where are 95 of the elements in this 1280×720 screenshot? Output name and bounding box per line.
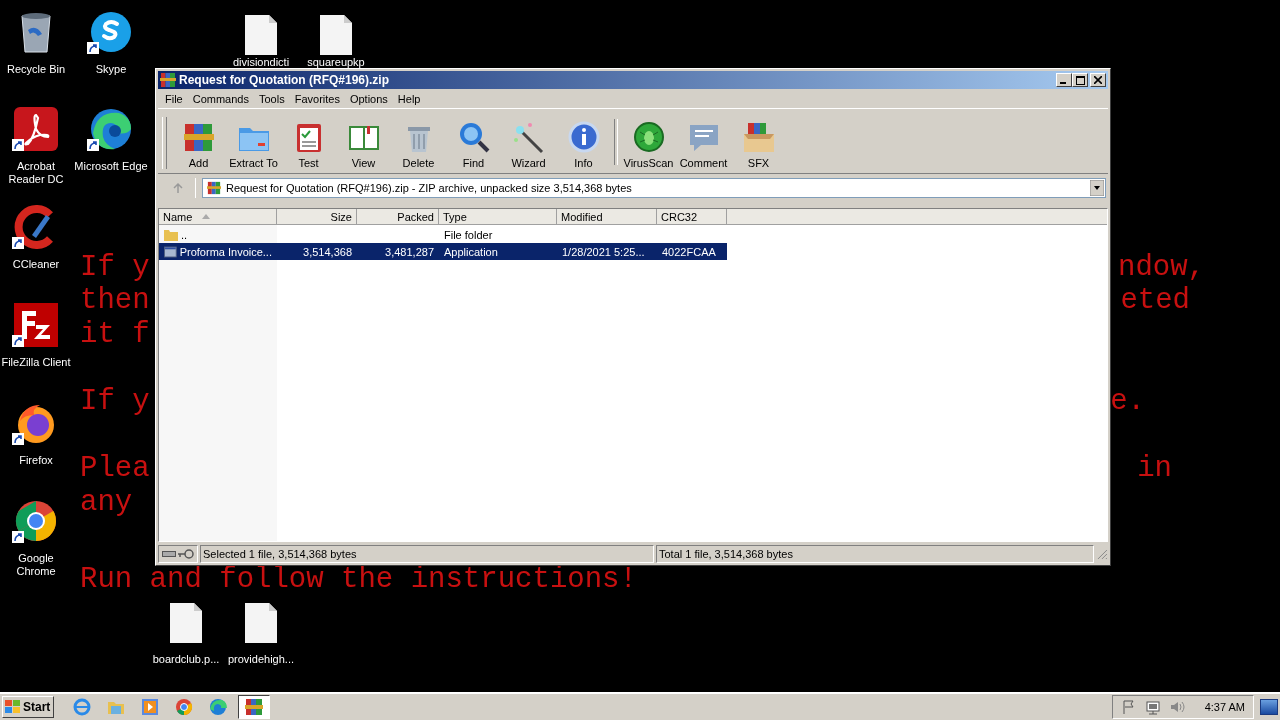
close-icon — [1094, 76, 1102, 84]
chrome-icon — [14, 499, 58, 543]
column-header[interactable]: Size — [277, 209, 357, 225]
desktop-message-text: any — [80, 485, 133, 521]
desktop-message-text: If y — [80, 250, 150, 286]
show-desktop-button[interactable] — [1260, 699, 1278, 715]
desktop-message-text: eted — [1120, 283, 1190, 319]
info-icon — [566, 120, 601, 154]
desktop-icon-label[interactable]: Skype — [95, 63, 127, 76]
toolbar-button[interactable]: Comment — [676, 120, 731, 169]
desktop-message-text: in — [1137, 451, 1172, 487]
clock[interactable]: 4:37 AM — [1204, 701, 1245, 713]
desktop-icon-label[interactable]: providehigh... — [227, 653, 294, 666]
column-header[interactable]: Type — [439, 209, 557, 225]
desktop-message-text: If y — [80, 384, 150, 420]
filezilla-icon — [14, 303, 58, 347]
menu-item[interactable]: File — [160, 92, 188, 105]
desktop-message-text: e. — [1110, 384, 1145, 420]
desktop-icon-label[interactable]: Firefox — [19, 454, 53, 467]
menu-item[interactable]: Favorites — [289, 92, 345, 105]
column-header[interactable]: Packed — [357, 209, 439, 225]
desktop-message-text: it f — [80, 317, 150, 353]
desktop-icon-label[interactable]: boardclub.p... — [152, 653, 220, 666]
menu-item[interactable]: Tools — [254, 92, 290, 105]
toolbar-button[interactable]: Find — [446, 120, 501, 169]
desktop-message-text: then — [80, 283, 150, 319]
file-row[interactable]: Proforma Invoice... 3,514,368 3,481,287 Application 1/28/2021 5:25... 4022FCAA — [159, 243, 727, 260]
box-icon — [741, 120, 776, 154]
menu-item[interactable]: Commands — [187, 92, 254, 105]
resize-grip-icon[interactable] — [1096, 548, 1108, 560]
table-cell: 4022FCAA — [662, 245, 716, 258]
desktop-icon-label[interactable]: Google Chrome — [0, 552, 74, 578]
toolbar-button[interactable]: VirusScan — [621, 120, 676, 169]
column-header[interactable]: CRC32 — [657, 209, 727, 225]
toolbar-button[interactable]: Wizard — [501, 120, 556, 169]
menu-item[interactable]: Options — [344, 92, 393, 105]
table-cell: Application — [444, 245, 498, 258]
desktop-icon-label[interactable]: divisiondicti — [232, 57, 290, 68]
desktop-message-text: ndow, — [1118, 250, 1205, 286]
document-icon — [244, 14, 278, 56]
archive-icon — [160, 72, 176, 88]
document-icon — [244, 602, 278, 644]
skype-icon — [89, 10, 133, 54]
archive-icon — [206, 181, 222, 195]
maximize-button[interactable] — [1072, 73, 1088, 87]
status-text: Selected 1 file, 3,514,368 bytes — [200, 545, 654, 563]
toolbar-button[interactable]: Test — [281, 120, 336, 169]
pdf-reader-icon — [14, 107, 58, 151]
desktop-icon-label[interactable]: Microsoft Edge — [74, 160, 148, 173]
folder-icon — [164, 228, 178, 241]
table-cell: .. — [181, 228, 188, 241]
desktop-icon-label[interactable]: FileZilla Client — [1, 356, 71, 369]
document-icon — [169, 602, 203, 644]
document-icon — [319, 14, 353, 56]
drive-icon — [162, 550, 176, 558]
wand-icon — [511, 120, 546, 154]
flag-icon[interactable] — [1120, 699, 1137, 715]
toolbar-button[interactable]: SFX — [731, 120, 786, 169]
toolbar-button[interactable]: Add — [171, 120, 226, 169]
volume-icon[interactable] — [1168, 699, 1185, 715]
desktop-message-text: Run and follow the instructions! — [80, 562, 637, 598]
close-button[interactable] — [1090, 73, 1106, 87]
key-icon — [178, 549, 194, 559]
toolbar-button[interactable]: Info — [556, 120, 611, 169]
toolbar-button[interactable]: Extract To — [226, 120, 281, 169]
menu-item[interactable]: Help — [392, 92, 426, 105]
table-cell: 3,481,287 — [385, 245, 434, 258]
desktop-icon-label[interactable]: CCleaner — [12, 258, 60, 271]
desktop-icon-label[interactable]: Recycle Bin — [6, 63, 66, 76]
column-header[interactable]: Modified — [557, 209, 657, 225]
windows-logo-icon — [5, 700, 21, 714]
start-button[interactable]: Start — [2, 696, 54, 718]
table-cell: File folder — [444, 228, 493, 241]
desktop-icon-label[interactable]: squareupkp — [307, 57, 365, 68]
edge-browser-icon — [89, 107, 133, 151]
desktop-message-text: Plea — [80, 451, 150, 487]
up-arrow-icon — [171, 182, 184, 194]
column-header[interactable]: Name — [159, 209, 277, 225]
archive-icon[interactable] — [238, 695, 270, 719]
application-icon — [164, 245, 177, 258]
toolbar-button[interactable]: Delete — [391, 120, 446, 169]
dropdown-arrow-icon[interactable] — [1090, 180, 1104, 196]
table-cell: Proforma Invoice... — [179, 245, 272, 258]
address-field[interactable]: Request for Quotation (RFQ#196).zip - ZIP archive, unpacked size 3,514,368 bytes — [202, 178, 1106, 198]
toolbar-button[interactable]: View — [336, 120, 391, 169]
bug-icon — [631, 120, 666, 154]
file-row[interactable]: .. File folder — [159, 226, 727, 243]
window-title: Request for Quotation (RFQ#196).zip — [179, 73, 390, 87]
table-cell: 3,514,368 — [303, 245, 352, 258]
status-text: Total 1 file, 3,514,368 bytes — [656, 545, 1095, 563]
minimize-button[interactable] — [1056, 73, 1072, 87]
table-cell: 1/28/2021 5:25... — [562, 245, 645, 258]
network-icon[interactable] — [1144, 699, 1161, 715]
desktop-icon-label[interactable]: Acrobat Reader DC — [0, 160, 74, 186]
maximize-icon — [1075, 75, 1085, 85]
